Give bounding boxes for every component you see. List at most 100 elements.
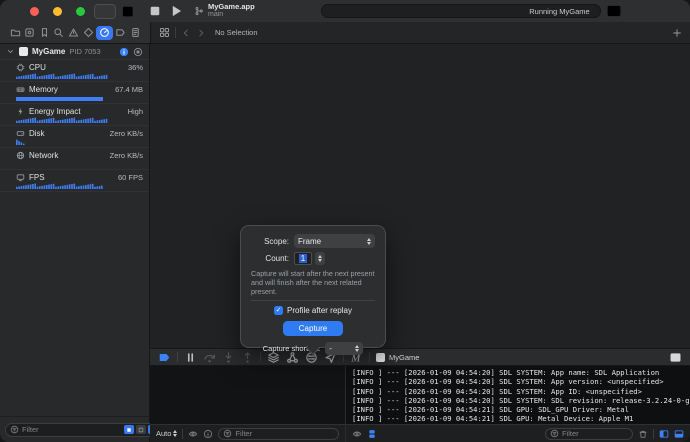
navigator-tab-reports[interactable] <box>128 26 142 40</box>
navigator-tab-breakpoints[interactable] <box>113 26 127 40</box>
quicklook-info-icon[interactable] <box>203 429 213 439</box>
step-into-icon[interactable] <box>222 351 235 364</box>
pause-icon[interactable] <box>184 351 197 364</box>
breakpoints-fill-icon[interactable] <box>158 351 171 364</box>
count-value: 1 <box>299 254 307 263</box>
gauge-history-bar <box>16 117 143 123</box>
view-options-button[interactable] <box>94 4 116 19</box>
profile-after-replay-label: Profile after replay <box>287 306 352 315</box>
activity-viewer[interactable]: Running MyGame <box>321 4 601 18</box>
profile-after-replay-checkbox[interactable]: ✓ <box>274 306 283 315</box>
navigator-tab-bookmarks[interactable] <box>37 26 51 40</box>
navigator-filter-field[interactable] <box>5 423 163 437</box>
run-button[interactable] <box>168 4 184 19</box>
scope-value: Frame <box>298 237 321 246</box>
gauge-name: FPS <box>29 173 45 182</box>
variables-view[interactable]: Auto <box>150 366 345 442</box>
count-stepper[interactable] <box>315 252 325 265</box>
toggle-variables-pane-icon[interactable] <box>659 429 669 439</box>
close-window-button[interactable] <box>30 7 39 16</box>
console-filter-input[interactable] <box>562 429 628 438</box>
stop-button[interactable] <box>147 4 163 19</box>
navigator-tab-find[interactable] <box>52 26 66 40</box>
gauge-name: Energy Impact <box>29 107 81 116</box>
gauge-history-bar <box>16 161 143 167</box>
debug-gauge-icon <box>99 27 110 38</box>
scope-label: Scope: <box>251 237 289 246</box>
add-editor-button[interactable] <box>121 4 137 19</box>
gauge-row-disk[interactable]: DiskZero KB/s <box>0 126 149 148</box>
navigator-filter-input[interactable] <box>22 425 119 434</box>
gpu-capture-popover: Scope: Frame Count: 1 Capture will start… <box>240 225 386 348</box>
jump-bar-path: No Selection <box>215 28 258 37</box>
navigator-tab-source-control[interactable] <box>23 26 37 40</box>
variables-filter-input[interactable] <box>235 429 334 438</box>
breakpoints-icon <box>115 27 126 38</box>
filter-icon <box>10 425 19 434</box>
console-line: [INFO ] --- [2026-01-09 04:54:21] SDL GP… <box>352 405 690 414</box>
disclosure-chevron-icon[interactable] <box>6 47 15 56</box>
minimize-window-button[interactable] <box>53 7 62 16</box>
navigate-back-icon[interactable] <box>181 28 191 38</box>
scope-popup[interactable]: Frame <box>294 234 375 248</box>
navigator-tab-debug-gauge[interactable] <box>96 26 113 40</box>
gauge-row-network[interactable]: Network Zero KB/s <box>0 148 149 170</box>
gauge-history-bar <box>16 95 143 101</box>
navigator-tab-tests[interactable] <box>81 26 95 40</box>
zoom-window-button[interactable] <box>76 7 85 16</box>
show-values-eye-icon[interactable] <box>188 429 198 439</box>
related-items-icon[interactable] <box>159 27 170 38</box>
show-timestamps-eye-icon[interactable] <box>352 429 362 439</box>
editor-jump-bar: No Selection <box>150 22 690 44</box>
process-info-icon[interactable] <box>119 47 129 57</box>
issues-icon <box>68 27 79 38</box>
activity-status-text: Running MyGame <box>529 7 589 16</box>
variables-filter-field[interactable] <box>218 428 339 440</box>
gauge-row-cpu[interactable]: CPU36% <box>0 60 149 82</box>
view-toggle-icon[interactable] <box>136 425 146 434</box>
clear-console-trash-icon[interactable] <box>638 429 648 439</box>
debug-navigator: MyGame PID 7053 CPU36%Memory67.4 MBEnerg… <box>0 44 150 442</box>
step-over-icon[interactable] <box>203 351 216 364</box>
memory-icon <box>16 85 25 94</box>
variables-footer: Auto <box>150 424 345 442</box>
debug-bar-divider <box>177 352 178 362</box>
console-output[interactable]: [INFO ] --- [2026-01-09 04:54:20] SDL SY… <box>346 366 690 424</box>
network-icon <box>16 151 25 160</box>
filter-icon <box>223 429 232 438</box>
navigator-tab-project[interactable] <box>8 26 22 40</box>
filter-icon <box>550 429 559 438</box>
scheme-selector[interactable]: MyGame.app main <box>194 3 255 19</box>
gauge-name: Network <box>29 151 58 160</box>
find-icon <box>53 27 64 38</box>
navigator-filter-bar <box>0 416 149 442</box>
gauge-row-energy-impact[interactable]: Energy ImpactHigh <box>0 104 149 126</box>
editor-area: Scope: Frame Count: 1 Capture will start… <box>150 44 690 348</box>
gauge-row-fps[interactable]: FPS60 FPS <box>0 170 149 192</box>
capture-button[interactable]: Capture <box>283 321 343 336</box>
navigator-tab-issues[interactable] <box>67 26 81 40</box>
toggle-inspector-panel-button[interactable] <box>606 4 622 19</box>
debug-target-badge[interactable]: MyGame <box>376 353 419 362</box>
variables-scope-popup[interactable]: Auto <box>156 429 177 438</box>
fps-icon <box>16 173 25 182</box>
capture-shortcut-popup[interactable]: - <box>325 342 363 355</box>
gauge-value: Zero KB/s <box>110 151 143 160</box>
navigate-forward-icon[interactable] <box>196 28 206 38</box>
console-line: [INFO ] --- [2026-01-09 04:54:20] SDL SY… <box>352 368 690 377</box>
gauge-row-memory[interactable]: Memory67.4 MB <box>0 82 149 104</box>
flag-filter-icon[interactable] <box>124 425 134 434</box>
titlebar: MyGame.app main Running MyGame <box>0 0 690 22</box>
gauge-name: Disk <box>29 129 45 138</box>
footer-divider <box>182 429 183 439</box>
process-row[interactable]: MyGame PID 7053 <box>0 44 149 60</box>
console-mode-icon[interactable] <box>367 429 377 439</box>
console-pane-icon[interactable] <box>669 351 682 364</box>
console-line: [INFO ] --- [2026-01-09 04:54:20] SDL SY… <box>352 396 690 405</box>
kill-process-icon[interactable] <box>133 47 143 57</box>
toggle-console-pane-icon[interactable] <box>674 429 684 439</box>
tests-icon <box>83 27 94 38</box>
add-editor-tab-icon[interactable] <box>672 28 682 38</box>
count-field[interactable]: 1 <box>294 252 312 265</box>
console-filter-field[interactable] <box>545 428 633 440</box>
